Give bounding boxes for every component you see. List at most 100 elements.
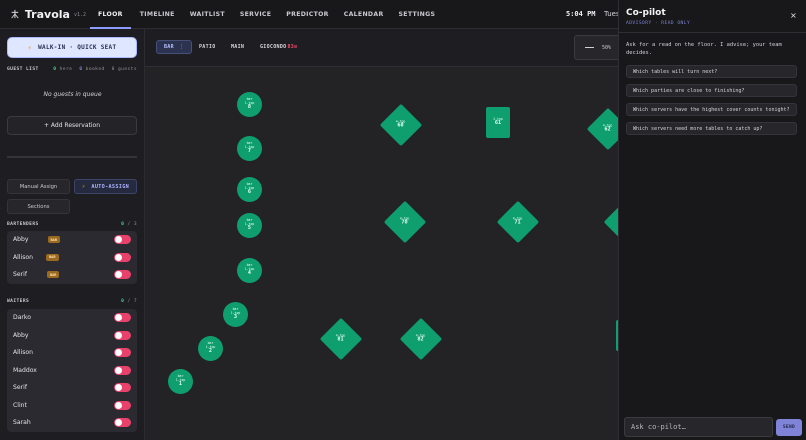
tab-waitlist[interactable]: WAITLIST (190, 0, 225, 29)
area-tab-bar[interactable]: BAR ⋮ (156, 40, 193, 54)
on-shift-toggle[interactable] (114, 330, 131, 340)
on-shift-toggle[interactable] (114, 270, 131, 280)
giocondo-alert: 83⊘ (287, 44, 298, 50)
tab-predictor[interactable]: PREDICTOR (286, 0, 328, 29)
table-5[interactable]: bar 1-top 5 (237, 213, 262, 238)
on-shift-toggle[interactable] (114, 400, 131, 410)
table-number: 7 (247, 147, 252, 154)
clock-time: 5:04 PM (566, 10, 596, 18)
staff-row[interactable]: Serif (7, 379, 137, 397)
here-count-stat: 0 here (53, 67, 73, 72)
bartenders-title: BARTENDERS (7, 222, 39, 227)
close-icon[interactable]: × (790, 11, 797, 20)
table-81[interactable]: 4-top 81 (319, 317, 363, 361)
staff-name: Serif (13, 384, 27, 392)
tab-floor[interactable]: FLOOR (90, 0, 131, 29)
on-shift-toggle[interactable] (114, 365, 131, 375)
table-number: 60 (397, 122, 405, 129)
bartenders-header: BARTENDERS 0 / 3 (7, 222, 137, 227)
table-7[interactable]: bar 1-top 7 (237, 136, 262, 161)
staff-row[interactable]: Darko (7, 309, 137, 327)
suggestion-chip[interactable]: Which servers have the highest cover cou… (626, 103, 797, 116)
staff-name: Abby (13, 331, 29, 339)
walkin-quick-seat-button[interactable]: ⚡ WALK-IN · QUICK SEAT (7, 37, 137, 58)
sections-button[interactable]: Sections (7, 199, 70, 214)
waiters-header: WAITERS 0 / 7 (7, 299, 137, 304)
booked-count-stat: 0 booked (79, 67, 105, 72)
guest-list-header: GUEST LIST 0 here 0 booked 0 guests (7, 67, 137, 72)
table-60[interactable]: 4-top 60 (379, 103, 423, 147)
suggestion-chip[interactable]: Which tables will turn next? (626, 65, 797, 78)
app-name: Travola (24, 7, 70, 21)
table-1[interactable]: bar 1-top 1 (168, 369, 193, 394)
bolt-icon: ⚡ (81, 183, 86, 190)
walkin-label: WALK-IN · QUICK SEAT (38, 44, 117, 51)
on-shift-toggle[interactable] (114, 418, 131, 428)
add-reservation-button[interactable]: + Add Reservation (7, 116, 137, 135)
tab-settings[interactable]: SETTINGS (399, 0, 436, 29)
table-offscreen[interactable] (603, 200, 618, 244)
staff-row[interactable]: Abby BAR (7, 231, 137, 249)
staff-name: Clint (13, 401, 27, 409)
copilot-subtitle: ADVISORY · READ ONLY (626, 21, 691, 26)
copilot-input[interactable]: Ask co-pilot… (624, 417, 773, 437)
table-61[interactable]: 2-top 61 (486, 107, 510, 138)
brand[interactable]: Travola v1.2 (0, 8, 86, 21)
staff-row[interactable]: Allison (7, 344, 137, 362)
copilot-intro: Ask for a read on the floor. I advise; y… (626, 42, 782, 57)
waiters-title: WAITERS (7, 299, 30, 304)
top-bar: Travola v1.2 FLOOR TIMELINE WAITLIST SER… (0, 0, 620, 29)
table-82[interactable]: 4-top 82 (399, 317, 443, 361)
table-6[interactable]: bar 1-top 6 (237, 177, 262, 202)
table-number: 4 (247, 269, 252, 276)
table-62[interactable]: 4-top 62 (586, 107, 618, 151)
staff-row[interactable]: Allison BAR (7, 249, 137, 267)
staff-row[interactable]: Serif BAR (7, 266, 137, 284)
staff-name: Maddox (13, 366, 37, 374)
area-tab-giocondo[interactable]: GIOCONDO 83⊘ (260, 40, 297, 54)
bartenders-list: Abby BAR Allison BAR Serif BAR (7, 231, 137, 284)
on-shift-toggle[interactable] (114, 252, 131, 262)
bar-badge: BAR (46, 253, 59, 261)
staff-row[interactable]: Clint (7, 397, 137, 415)
table-70[interactable]: 4-top 70 (383, 200, 427, 244)
on-shift-toggle[interactable] (114, 313, 131, 323)
staff-row[interactable]: Maddox (7, 362, 137, 380)
staff-row[interactable]: Abby (7, 327, 137, 345)
staff-name: Darko (13, 314, 31, 322)
auto-assign-button[interactable]: ⚡ AUTO-ASSIGN (74, 179, 137, 194)
tab-timeline[interactable]: TIMELINE (140, 0, 175, 29)
sidebar: ⚡ WALK-IN · QUICK SEAT GUEST LIST 0 here… (0, 29, 145, 440)
table-2[interactable]: bar 1-top 2 (198, 336, 223, 361)
on-shift-toggle[interactable] (114, 383, 131, 393)
waiters-count: 0 / 7 (121, 299, 137, 304)
table-number: 61 (494, 120, 502, 127)
kebab-icon: ⋮ (178, 44, 185, 50)
suggestion-chip[interactable]: Which servers need more tables to catch … (626, 122, 797, 135)
table-number: 70 (401, 219, 409, 226)
copilot-divider (619, 32, 806, 33)
floor-canvas[interactable]: BAR ⋮ PATIO MAIN GIOCONDO 83⊘ 50% bar 1-… (145, 29, 618, 440)
staff-row[interactable]: Sarah (7, 414, 137, 432)
zoom-control[interactable]: 50% (574, 35, 618, 60)
tab-calendar[interactable]: CALENDAR (344, 0, 384, 29)
main-nav: FLOOR TIMELINE WAITLIST SERVICE PREDICTO… (86, 0, 435, 29)
table-number: 2 (208, 347, 213, 354)
tab-service[interactable]: SERVICE (240, 0, 271, 29)
table-8[interactable]: bar 1-top 8 (237, 92, 262, 117)
staff-name: Sarah (13, 419, 31, 427)
send-button[interactable]: SEND (776, 419, 802, 436)
table-number: 8 (247, 103, 252, 110)
manual-assign-button[interactable]: Manual Assign (7, 179, 70, 194)
table-71[interactable]: 4-top 71 (496, 200, 540, 244)
app-version: v1.2 (73, 12, 86, 18)
on-shift-toggle[interactable] (114, 235, 131, 245)
area-tab-main[interactable]: MAIN (231, 40, 244, 54)
table-3[interactable]: bar 1-top 3 (223, 302, 248, 327)
suggestion-chip[interactable]: Which parties are close to finishing? (626, 84, 797, 97)
on-shift-toggle[interactable] (114, 348, 131, 358)
table-4[interactable]: bar 1-top 4 (237, 258, 262, 283)
zoom-out-icon[interactable] (585, 47, 594, 48)
staff-name: Allison (13, 253, 34, 261)
area-tab-patio[interactable]: PATIO (199, 40, 216, 54)
